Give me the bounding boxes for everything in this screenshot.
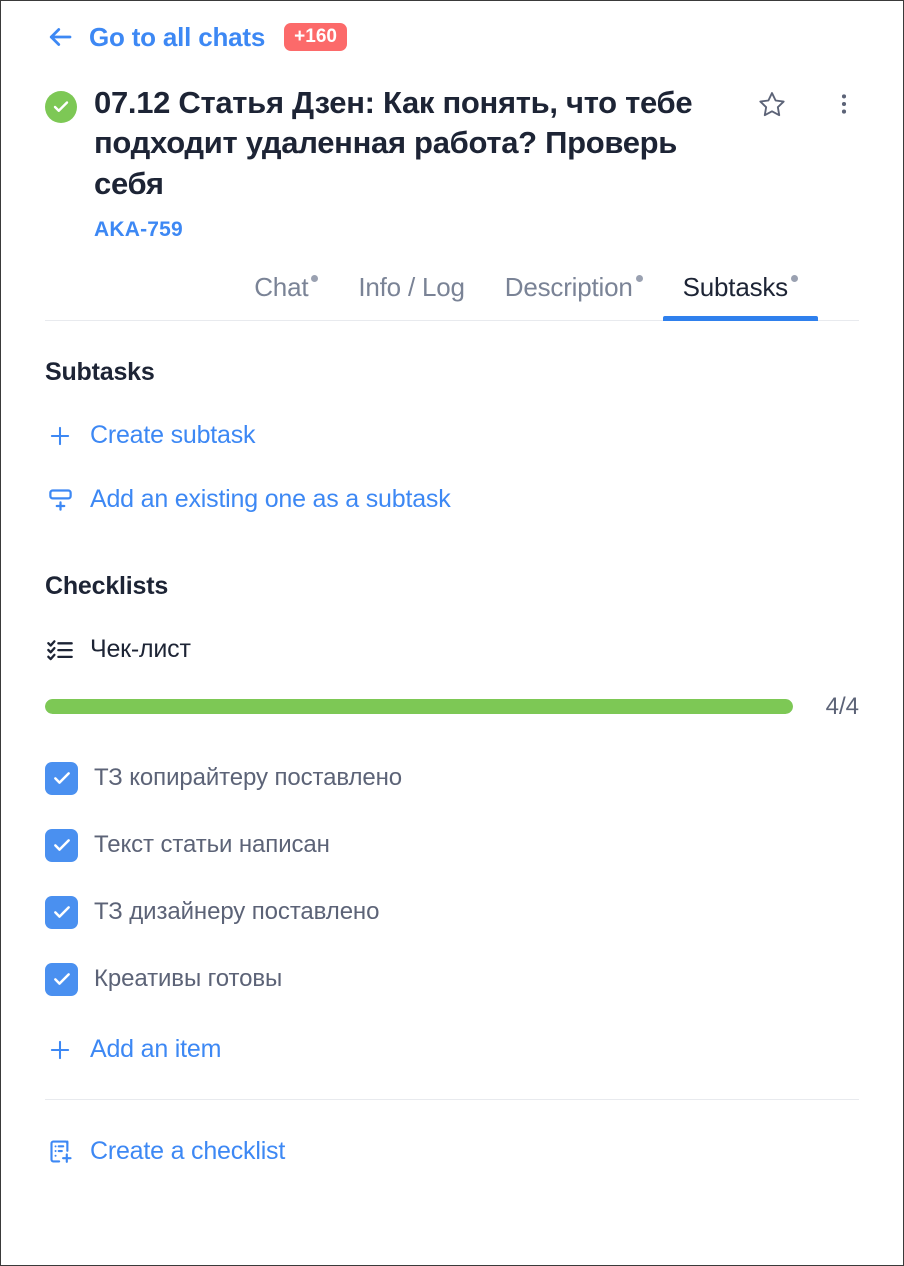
checklist-item-label: ТЗ копирайтеру поставлено bbox=[94, 764, 403, 792]
checklist-item-label: ТЗ дизайнеру поставлено bbox=[94, 898, 380, 926]
arrow-left-icon[interactable] bbox=[45, 22, 75, 52]
checklist-name: Чек-лист bbox=[90, 635, 191, 664]
tab-description-dot-icon bbox=[635, 275, 643, 283]
checklist-item[interactable]: ТЗ дизайнеру поставлено bbox=[45, 879, 859, 946]
subtasks-section-heading: Subtasks bbox=[45, 357, 155, 386]
tab-description-label: Description bbox=[504, 271, 633, 302]
checklists-section-heading: Checklists bbox=[45, 571, 169, 600]
create-subtask-label: Create subtask bbox=[90, 421, 256, 450]
plus-icon bbox=[45, 421, 75, 451]
add-checklist-item-button[interactable]: Add an item bbox=[45, 1035, 859, 1065]
tab-subtasks-label: Subtasks bbox=[682, 271, 789, 302]
check-circle-icon[interactable] bbox=[45, 91, 77, 123]
checklist-item-checkbox[interactable] bbox=[45, 828, 78, 862]
checklist-item[interactable]: ТЗ копирайтеру поставлено bbox=[45, 745, 859, 812]
tab-chat[interactable]: Chat bbox=[234, 272, 338, 320]
tab-chat-label: Chat bbox=[254, 271, 309, 302]
task-detail-panel: Go to all chats +160 07.12 Статья Дзен: … bbox=[0, 0, 904, 1266]
star-outline-icon[interactable] bbox=[757, 89, 787, 119]
task-header: Go to all chats +160 07.12 Статья Дзен: … bbox=[1, 1, 903, 321]
add-checklist-item-label: Add an item bbox=[90, 1035, 222, 1064]
subtasks-panel-body: Subtasks Create subtask Add an existing … bbox=[1, 321, 903, 1265]
create-checklist-button[interactable]: Create a checklist bbox=[45, 1137, 859, 1167]
tab-subtasks[interactable]: Subtasks bbox=[662, 271, 818, 321]
checklist-item[interactable]: Текст статьи написан bbox=[45, 812, 859, 879]
back-to-chats-link[interactable]: Go to all chats bbox=[89, 22, 265, 53]
add-existing-subtask-button[interactable]: Add an existing one as a subtask bbox=[45, 485, 859, 515]
checklist-icon bbox=[45, 635, 75, 665]
checklist-item-checkbox[interactable] bbox=[45, 895, 78, 929]
checklist-progress-row: 4/4 bbox=[45, 693, 859, 721]
task-header-actions bbox=[741, 83, 859, 119]
checklist-item[interactable]: Креативы готовы bbox=[45, 946, 859, 1013]
back-to-chats-row: Go to all chats +160 bbox=[45, 1, 859, 57]
checklist-items: ТЗ копирайтеру поставлено Текст статьи на… bbox=[45, 745, 859, 1013]
checklist-item-label: Текст статьи написан bbox=[94, 831, 330, 859]
tab-info-log[interactable]: Info / Log bbox=[338, 272, 484, 320]
document-add-icon bbox=[45, 1137, 75, 1167]
task-title-block: 07.12 Статья Дзен: Как понять, что тебе … bbox=[94, 83, 741, 242]
checklist-item-label: Креативы готовы bbox=[94, 965, 283, 993]
checklist-progress-label: 4/4 bbox=[825, 692, 859, 720]
tab-subtasks-dot-icon bbox=[791, 275, 798, 283]
tab-info-log-label: Info / Log bbox=[358, 271, 465, 302]
add-below-icon bbox=[45, 485, 75, 515]
task-tabs: Chat Info / Log Description Subtasks bbox=[45, 272, 859, 321]
task-title-row: 07.12 Статья Дзен: Как понять, что тебе … bbox=[45, 83, 859, 242]
checklist-progress-bar bbox=[45, 699, 793, 715]
more-vertical-icon[interactable] bbox=[829, 89, 859, 119]
add-existing-subtask-label: Add an existing one as a subtask bbox=[90, 485, 451, 514]
page-title: 07.12 Статья Дзен: Как понять, что тебе … bbox=[94, 85, 693, 201]
checklist-item-checkbox[interactable] bbox=[45, 962, 78, 996]
tab-chat-dot-icon bbox=[311, 275, 319, 283]
unread-count-badge: +160 bbox=[284, 23, 347, 51]
active-tab-underline bbox=[662, 315, 818, 321]
tab-description[interactable]: Description bbox=[485, 272, 663, 320]
section-divider bbox=[45, 1098, 859, 1100]
create-checklist-label: Create a checklist bbox=[90, 1137, 286, 1166]
create-subtask-button[interactable]: Create subtask bbox=[45, 421, 859, 451]
task-key-link[interactable]: AKA-759 bbox=[94, 218, 741, 242]
checklist-item-checkbox[interactable] bbox=[45, 761, 78, 795]
checklist-title-row[interactable]: Чек-лист bbox=[45, 635, 859, 665]
plus-icon bbox=[45, 1035, 75, 1065]
checklist-progress-fill bbox=[45, 699, 793, 715]
